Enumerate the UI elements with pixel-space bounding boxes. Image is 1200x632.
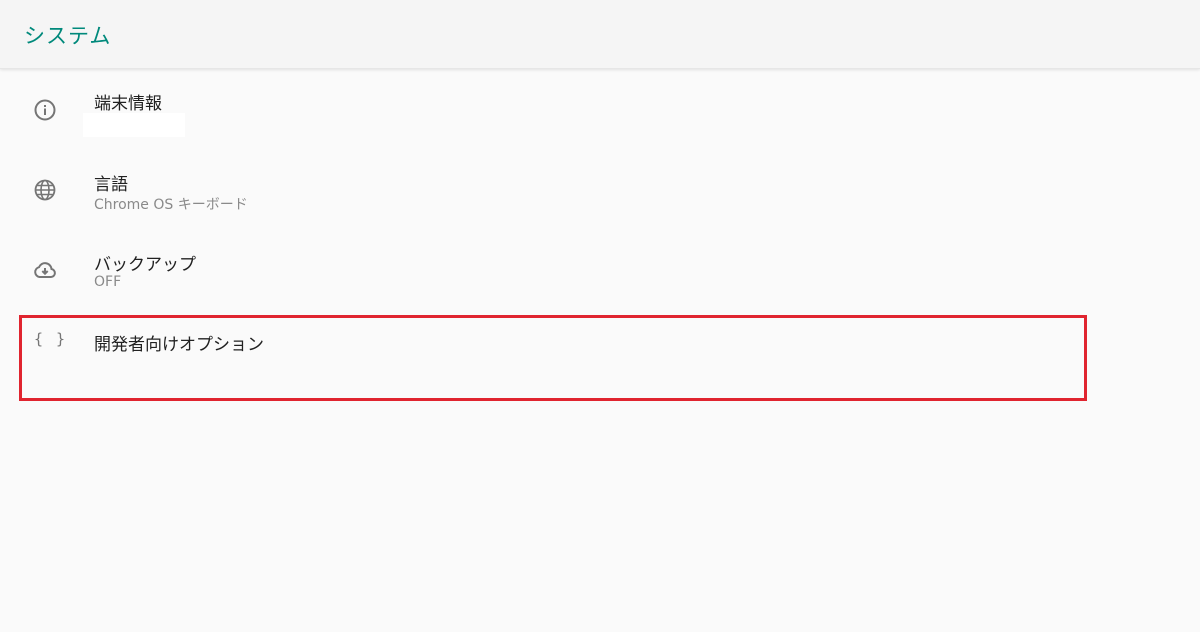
settings-item-title: バックアップ (94, 255, 196, 275)
settings-item-title: 開発者向けオプション (94, 335, 264, 355)
settings-item-backup[interactable]: バックアップ OFF (0, 230, 1200, 310)
globe-icon (33, 178, 57, 202)
settings-item-language[interactable]: 言語 Chrome OS キーボード (0, 150, 1200, 230)
settings-item-summary: OFF (94, 274, 122, 290)
cloud-download-icon (33, 258, 57, 282)
settings-item-summary: Chrome OS キーボード (94, 197, 248, 213)
settings-item-about-device[interactable]: 端末情報 (0, 70, 1200, 150)
settings-item-title: 言語 (94, 175, 128, 195)
settings-item-title: 端末情報 (94, 94, 162, 114)
info-icon (33, 98, 57, 122)
code-braces-icon: { } (34, 330, 68, 348)
redacted-summary (83, 113, 185, 137)
page-title: システム (24, 24, 112, 48)
settings-item-developer-options[interactable]: 開発者向けオプション (0, 312, 1200, 392)
app-bar: システム (0, 0, 1200, 69)
